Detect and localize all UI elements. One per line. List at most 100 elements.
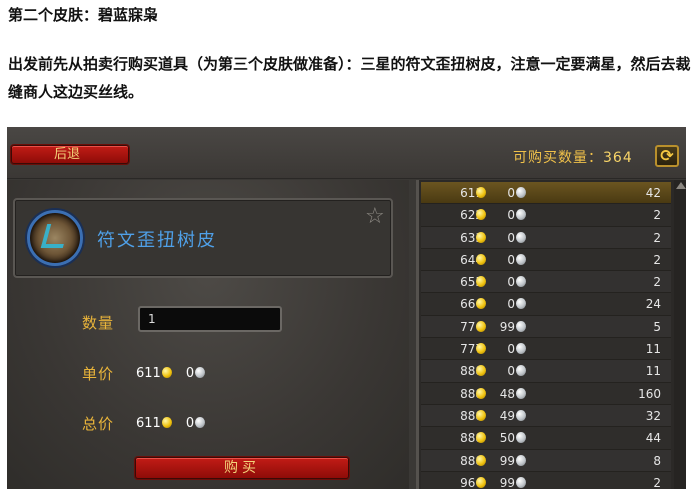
silver-coin-icon [195, 417, 206, 428]
listing-row[interactable]: 888 0 11 [421, 360, 671, 383]
listing-row[interactable]: 633 0 2 [421, 226, 671, 249]
gold-coin-icon [476, 387, 486, 399]
listing-silver: 0 [507, 230, 515, 245]
listing-quantity: 11 [645, 364, 661, 379]
unit-price-label: 单价 [82, 365, 115, 383]
listing-quantity: 160 [638, 386, 661, 401]
listings-list: 611 0 42 622 0 2 633 0 2 644 0 2 655 0 2 666 0 24 776 99 5 77… [421, 182, 671, 489]
listing-row[interactable]: 888 99 8 [421, 449, 671, 472]
silver-coin-icon [516, 253, 526, 265]
listing-row[interactable]: 644 0 2 [421, 248, 671, 272]
listing-row[interactable]: 622 0 2 [421, 204, 671, 227]
article-paragraph: 出发前先从拍卖行购买道具（为第三个皮肤做准备）：三星的符文歪扭树皮，注意一定要满… [8, 55, 691, 101]
listing-row[interactable]: 776 99 5 [421, 315, 671, 339]
unit-price-gold: 611 [136, 366, 161, 381]
listings-panel: 611 0 42 622 0 2 633 0 2 644 0 2 655 0 2 666 0 24 776 99 5 77… [416, 180, 686, 489]
silver-coin-icon [516, 298, 526, 310]
silver-coin-icon [516, 320, 526, 332]
gold-coin-icon [476, 320, 486, 332]
gold-coin-icon [161, 417, 172, 428]
silver-coin-icon [516, 454, 526, 466]
silver-coin-icon [516, 476, 526, 488]
gold-coin-icon [476, 454, 486, 466]
auction-window: 后退 可购买数量：364 ⟳ 符文歪扭树皮 ☆ 数量 1 单价 611 0 总价 … [7, 127, 686, 489]
item-card: 符文歪扭树皮 ☆ [13, 198, 393, 278]
silver-coin-icon [516, 343, 526, 355]
total-price: 611 0 [136, 416, 206, 431]
listing-quantity: 42 [645, 186, 661, 200]
refresh-icon[interactable]: ⟳ [655, 145, 679, 167]
buyable-count: 可购买数量：364 [513, 147, 633, 167]
listing-silver: 0 [507, 275, 515, 290]
listing-silver: 0 [507, 252, 515, 267]
gold-coin-icon [476, 276, 486, 288]
listing-row[interactable]: 888 49 32 [421, 404, 671, 428]
unit-price: 611 0 [136, 366, 206, 381]
total-price-silver: 0 [185, 416, 195, 431]
listing-silver: 0 [507, 364, 515, 379]
silver-coin-icon [516, 231, 526, 243]
favorite-star-icon[interactable]: ☆ [365, 204, 385, 229]
item-detail-panel: 符文歪扭树皮 ☆ 数量 1 单价 611 0 总价 611 0 购买 [7, 180, 409, 489]
listing-row[interactable]: 666 0 24 [421, 293, 671, 316]
listing-silver: 99 [499, 319, 515, 334]
listing-row[interactable]: 777 0 11 [421, 338, 671, 361]
listing-silver: 50 [499, 431, 515, 446]
silver-coin-icon [516, 276, 526, 288]
back-button[interactable]: 后退 [11, 145, 129, 164]
listing-row[interactable]: 611 0 42 [421, 182, 671, 205]
gold-coin-icon [476, 187, 486, 198]
gold-coin-icon [476, 476, 486, 488]
listing-silver: 0 [507, 342, 515, 357]
silver-coin-icon [516, 387, 526, 399]
silver-coin-icon [195, 367, 206, 378]
article-heading: 第二个皮肤：碧蓝寐枭 [8, 6, 159, 24]
listing-silver: 0 [507, 186, 515, 200]
item-name: 符文歪扭树皮 [97, 230, 217, 251]
listing-quantity: 2 [653, 252, 661, 267]
listing-quantity: 2 [653, 475, 661, 489]
gold-coin-icon [476, 209, 486, 221]
gold-coin-icon [476, 432, 486, 444]
listing-quantity: 11 [645, 342, 661, 357]
listing-silver: 0 [507, 297, 515, 312]
gold-coin-icon [476, 343, 486, 355]
listing-row[interactable]: 966 99 2 [421, 471, 671, 489]
listing-quantity: 2 [653, 208, 661, 223]
buyable-count-value: 364 [603, 150, 633, 166]
listing-silver: 99 [499, 453, 515, 468]
gold-coin-icon [476, 409, 486, 421]
silver-coin-icon [516, 432, 526, 444]
silver-coin-icon [516, 187, 526, 198]
buyable-count-label: 可购买数量： [513, 150, 603, 166]
gold-coin-icon [161, 367, 172, 378]
unit-price-silver: 0 [185, 366, 195, 381]
listing-silver: 99 [499, 475, 515, 489]
listing-quantity: 2 [653, 275, 661, 290]
total-price-label: 总价 [82, 415, 115, 433]
listing-row[interactable]: 655 0 2 [421, 271, 671, 294]
listing-silver: 48 [499, 386, 515, 401]
gold-coin-icon [476, 298, 486, 310]
top-bar: 后退 可购买数量：364 ⟳ [7, 127, 686, 179]
listing-silver: 49 [499, 408, 515, 423]
scrollbar[interactable] [674, 180, 686, 489]
listing-silver: 0 [507, 208, 515, 223]
quantity-label: 数量 [82, 314, 115, 332]
silver-coin-icon [516, 209, 526, 221]
gold-coin-icon [476, 365, 486, 377]
quantity-input[interactable]: 1 [138, 306, 282, 332]
listing-row[interactable]: 888 48 160 [421, 382, 671, 405]
scroll-up-icon[interactable] [676, 182, 686, 189]
listing-quantity: 5 [653, 319, 661, 334]
total-price-gold: 611 [136, 416, 161, 431]
listing-quantity: 32 [645, 408, 661, 423]
gold-coin-icon [476, 231, 486, 243]
listing-quantity: 2 [653, 230, 661, 245]
listing-row[interactable]: 888 50 44 [421, 427, 671, 450]
listing-quantity: 8 [653, 453, 661, 468]
buy-button[interactable]: 购买 [135, 457, 349, 479]
rune-bark-icon [27, 210, 83, 266]
silver-coin-icon [516, 409, 526, 421]
listing-quantity: 24 [645, 297, 661, 312]
